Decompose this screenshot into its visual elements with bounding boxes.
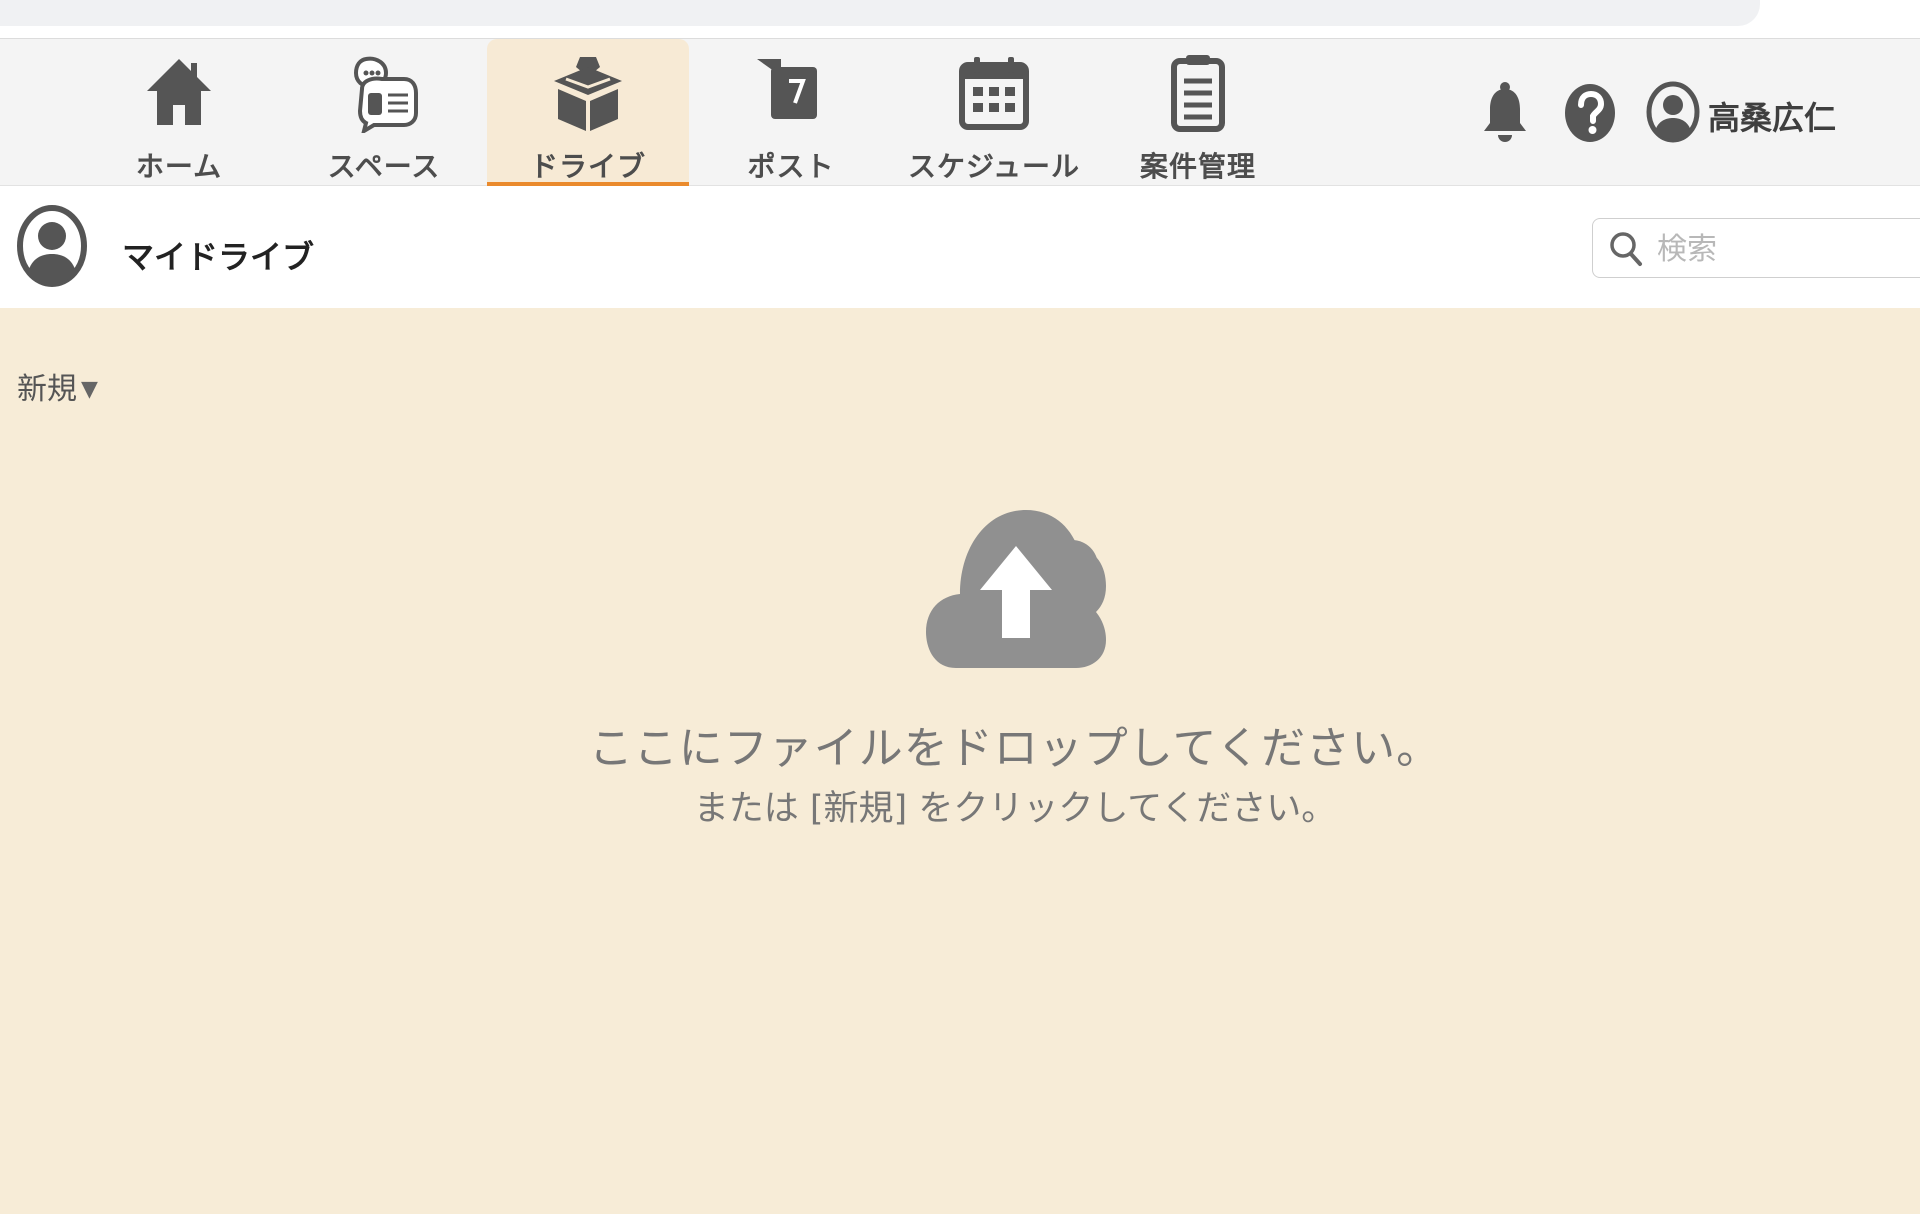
post-icon <box>757 59 817 119</box>
nav-item-drive[interactable]: ドライブ <box>487 39 689 187</box>
drop-instruction: ここにファイルをドロップしてください。 <box>588 723 1442 774</box>
nav-label-space: スペース <box>327 150 441 183</box>
top-navigation: ホーム スペース ドライブ ポスト スケジュール 案件管理 高桑広仁 <box>0 38 1920 187</box>
caret-down-icon: ▼ <box>81 377 98 402</box>
cloud-upload-icon <box>926 510 1106 668</box>
drive-box-icon <box>554 57 622 131</box>
page-title: マイドライブ <box>122 238 315 276</box>
browser-chrome <box>0 0 1920 38</box>
nav-label-schedule: スケジュール <box>907 150 1081 183</box>
nav-label-home: ホーム <box>135 150 223 183</box>
nav-item-home[interactable]: ホーム <box>78 39 280 187</box>
help-icon[interactable] <box>1564 83 1616 143</box>
clipboard-icon <box>1171 55 1225 132</box>
user-name[interactable]: 高桑広仁 <box>1708 93 1836 139</box>
drive-owner-avatar-icon <box>17 205 87 287</box>
nav-item-post[interactable]: ポスト <box>690 39 892 187</box>
calendar-icon <box>959 57 1029 130</box>
user-avatar-icon[interactable] <box>1646 81 1700 143</box>
bell-icon[interactable] <box>1482 81 1528 143</box>
search-input[interactable] <box>1655 227 1899 271</box>
address-bar[interactable] <box>0 0 1760 26</box>
drop-subinstruction: または [新規] をクリックしてください。 <box>693 789 1337 829</box>
new-button-label: 新規 <box>17 372 77 407</box>
nav-label-post: ポスト <box>747 150 835 183</box>
nav-label-project: 案件管理 <box>1139 150 1256 183</box>
space-chat-icon <box>353 56 418 133</box>
nav-item-schedule[interactable]: スケジュール <box>893 39 1095 187</box>
nav-item-space[interactable]: スペース <box>283 39 485 187</box>
search-icon[interactable] <box>1609 231 1643 267</box>
new-button[interactable]: 新規 ▼ <box>17 364 98 408</box>
nav-label-drive: ドライブ <box>529 150 646 183</box>
home-icon <box>147 59 211 125</box>
search-box[interactable] <box>1592 218 1920 278</box>
nav-item-project[interactable]: 案件管理 <box>1097 39 1299 187</box>
